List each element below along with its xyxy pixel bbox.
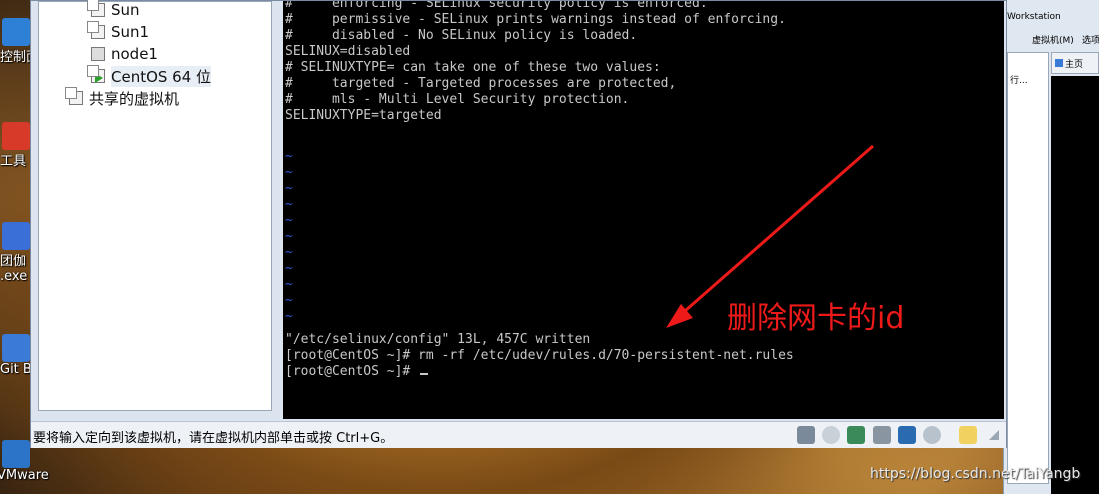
annotation-arrow [666,144,874,328]
watermark-text: https://blog.csdn.net/TaiYangb [870,466,1081,482]
annotation-text: 删除网卡的id [727,301,905,336]
